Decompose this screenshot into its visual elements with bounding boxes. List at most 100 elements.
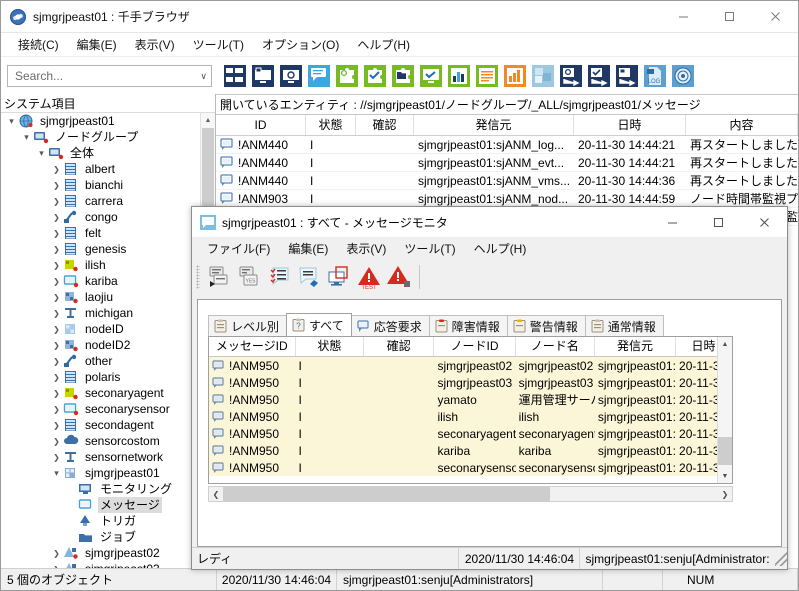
chevron-right-icon[interactable]: [50, 225, 63, 242]
chevron-right-icon[interactable]: [50, 561, 63, 569]
chevron-right-icon[interactable]: [50, 369, 63, 386]
message-row[interactable]: !ANM950 Isjmgrjpeast03 sjmgrjpeast03 sjmgrj…: [209, 374, 732, 391]
child-menu-tools[interactable]: ツール(T): [395, 238, 464, 259]
tree-item-michigan[interactable]: michigan: [1, 305, 215, 321]
main-col-header[interactable]: 発信元: [414, 115, 574, 135]
radar-icon[interactable]: [670, 63, 696, 89]
message-row[interactable]: !ANM950 Iseconaryagent seconaryagent sjmgrj…: [209, 425, 732, 442]
chevron-right-icon[interactable]: [50, 273, 63, 290]
menu-edit[interactable]: 編集(E): [68, 34, 126, 55]
message-monitor-window[interactable]: sjmgrjpeast01 : すべて - メッセージモニタ ファイル(F) 編…: [191, 206, 788, 570]
child-minimize-button[interactable]: [649, 207, 695, 238]
child-maximize-button[interactable]: [695, 207, 741, 238]
export-check-icon[interactable]: [586, 63, 612, 89]
chevron-right-icon[interactable]: [50, 289, 63, 306]
tree-item-laojiu[interactable]: laojiu: [1, 289, 215, 305]
message-list-icon[interactable]: [264, 262, 294, 292]
puzzle-folder-icon[interactable]: [390, 63, 416, 89]
chevron-right-icon[interactable]: [50, 321, 63, 338]
message-col-header[interactable]: 状態: [296, 337, 365, 356]
maximize-button[interactable]: [706, 1, 752, 32]
test-alert-icon[interactable]: TEST: [354, 262, 384, 292]
tree-item-[interactable]: メッセージ: [1, 497, 215, 513]
message-col-header[interactable]: 発信元: [595, 337, 677, 356]
message-clear-icon[interactable]: [294, 262, 324, 292]
table-row[interactable]: !ANM440 Isjmgrjpeast01:sjANM_log... 20-11-…: [216, 136, 798, 154]
monitor-window-icon[interactable]: [324, 262, 354, 292]
tree-item-other[interactable]: other: [1, 353, 215, 369]
tree-item-sjmgrjpeast03[interactable]: sjmgrjpeast03: [1, 561, 215, 568]
tree-item-nodeid2[interactable]: nodeID2: [1, 337, 215, 353]
message-select-icon[interactable]: [204, 262, 234, 292]
chevron-right-icon[interactable]: [50, 401, 63, 418]
chevron-right-icon[interactable]: [50, 241, 63, 258]
message-col-header[interactable]: 確認: [364, 337, 435, 356]
menu-tools[interactable]: ツール(T): [184, 34, 253, 55]
scroll-right-icon[interactable]: ❯: [718, 490, 732, 499]
tree-item-felt[interactable]: felt: [1, 225, 215, 241]
message-table-body[interactable]: !ANM950 Isjmgrjpeast02 sjmgrjpeast02 sjmgrj…: [209, 357, 732, 476]
tab-1[interactable]: ? すべて: [286, 313, 352, 336]
chevron-down-icon[interactable]: [35, 145, 48, 161]
message-col-header[interactable]: ノードID: [434, 337, 516, 356]
menu-help[interactable]: ヘルプ(H): [348, 34, 419, 55]
menu-connection[interactable]: 接続(C): [9, 34, 68, 55]
main-col-header[interactable]: 日時: [574, 115, 686, 135]
hscroll-thumb[interactable]: [223, 487, 550, 501]
monitor-node-icon[interactable]: [250, 63, 276, 89]
tree-item-bianchi[interactable]: bianchi: [1, 177, 215, 193]
message-row[interactable]: !ANM950 Isjmgrjpeast02 sjmgrjpeast02 sjmgrj…: [209, 357, 732, 374]
child-menu-file[interactable]: ファイル(F): [198, 238, 279, 259]
chevron-right-icon[interactable]: [50, 209, 63, 226]
scroll-up-icon[interactable]: ▲: [201, 113, 215, 127]
chevron-right-icon[interactable]: [50, 545, 63, 562]
resize-grip[interactable]: [774, 551, 787, 566]
map-view-icon[interactable]: [530, 63, 556, 89]
chevron-down-icon[interactable]: ∨: [200, 71, 207, 82]
tree-item-carrera[interactable]: carrera: [1, 193, 215, 209]
chevron-down-icon[interactable]: [5, 113, 18, 129]
export-monitor-icon[interactable]: [614, 63, 640, 89]
table-row[interactable]: !ANM440 Isjmgrjpeast01:sjANM_vms... 20-11-…: [216, 172, 798, 190]
puzzle-check-icon[interactable]: [362, 63, 388, 89]
tree-item-polaris[interactable]: polaris: [1, 369, 215, 385]
tree-item-ilish[interactable]: ilish: [1, 257, 215, 273]
tab-bar[interactable]: レベル別? すべて 応答要求 障害情報 警告情報 通常情報: [208, 313, 773, 336]
tab-4[interactable]: 警告情報: [506, 315, 586, 336]
tree-item-[interactable]: ノードグループ: [1, 129, 215, 145]
scroll-up-icon[interactable]: ▲: [718, 337, 732, 351]
report-chart-icon[interactable]: [446, 63, 472, 89]
tree-item-seconaryagent[interactable]: seconaryagent: [1, 385, 215, 401]
child-close-button[interactable]: [741, 207, 787, 238]
chevron-down-icon[interactable]: [50, 465, 63, 481]
minimize-button[interactable]: [660, 1, 706, 32]
menu-view[interactable]: 表示(V): [126, 34, 184, 55]
message-row[interactable]: !ANM950Ikaribakaribasjmgrjpeast01:s...20…: [209, 442, 732, 459]
tree-item-sensornetwork[interactable]: sensornetwork: [1, 449, 215, 465]
tree-item-sjmgrjpeast01[interactable]: sjmgrjpeast01: [1, 465, 215, 481]
close-button[interactable]: [752, 1, 798, 32]
tree-item-genesis[interactable]: genesis: [1, 241, 215, 257]
main-col-header[interactable]: 内容: [686, 115, 798, 135]
chevron-right-icon[interactable]: [50, 161, 63, 178]
export-search-icon[interactable]: [558, 63, 584, 89]
message-row[interactable]: !ANM950 Iyamato 運用管理サーバーsjmgrjpeast01:s...…: [209, 391, 732, 408]
monitor-message-icon[interactable]: [278, 63, 304, 89]
message-table-scrollbar[interactable]: ▲ ▼: [717, 337, 732, 483]
scroll-thumb[interactable]: [718, 437, 732, 465]
tab-3[interactable]: 障害情報: [428, 315, 508, 336]
screen-check-icon[interactable]: [418, 63, 444, 89]
tree-item-[interactable]: モニタリング: [1, 481, 215, 497]
tree-item-[interactable]: トリガ: [1, 513, 215, 529]
chevron-right-icon[interactable]: [50, 433, 63, 450]
search-input[interactable]: Search... ∨: [7, 65, 212, 87]
message-monitor-icon[interactable]: [306, 63, 332, 89]
system-tree[interactable]: sjmgrjpeast01 ノードグループ全体 albert bianchi carre…: [1, 113, 215, 568]
tree-item-congo[interactable]: congo: [1, 209, 215, 225]
chart-orange-icon[interactable]: [502, 63, 528, 89]
tree-item-sensorcostom[interactable]: sensorcostom: [1, 433, 215, 449]
message-row[interactable]: !ANM950 Iseconarysensor seconarysensor sjmg…: [209, 459, 732, 476]
tab-5[interactable]: 通常情報: [584, 315, 664, 336]
chevron-right-icon[interactable]: [50, 177, 63, 194]
scroll-down-icon[interactable]: ▼: [718, 469, 732, 483]
